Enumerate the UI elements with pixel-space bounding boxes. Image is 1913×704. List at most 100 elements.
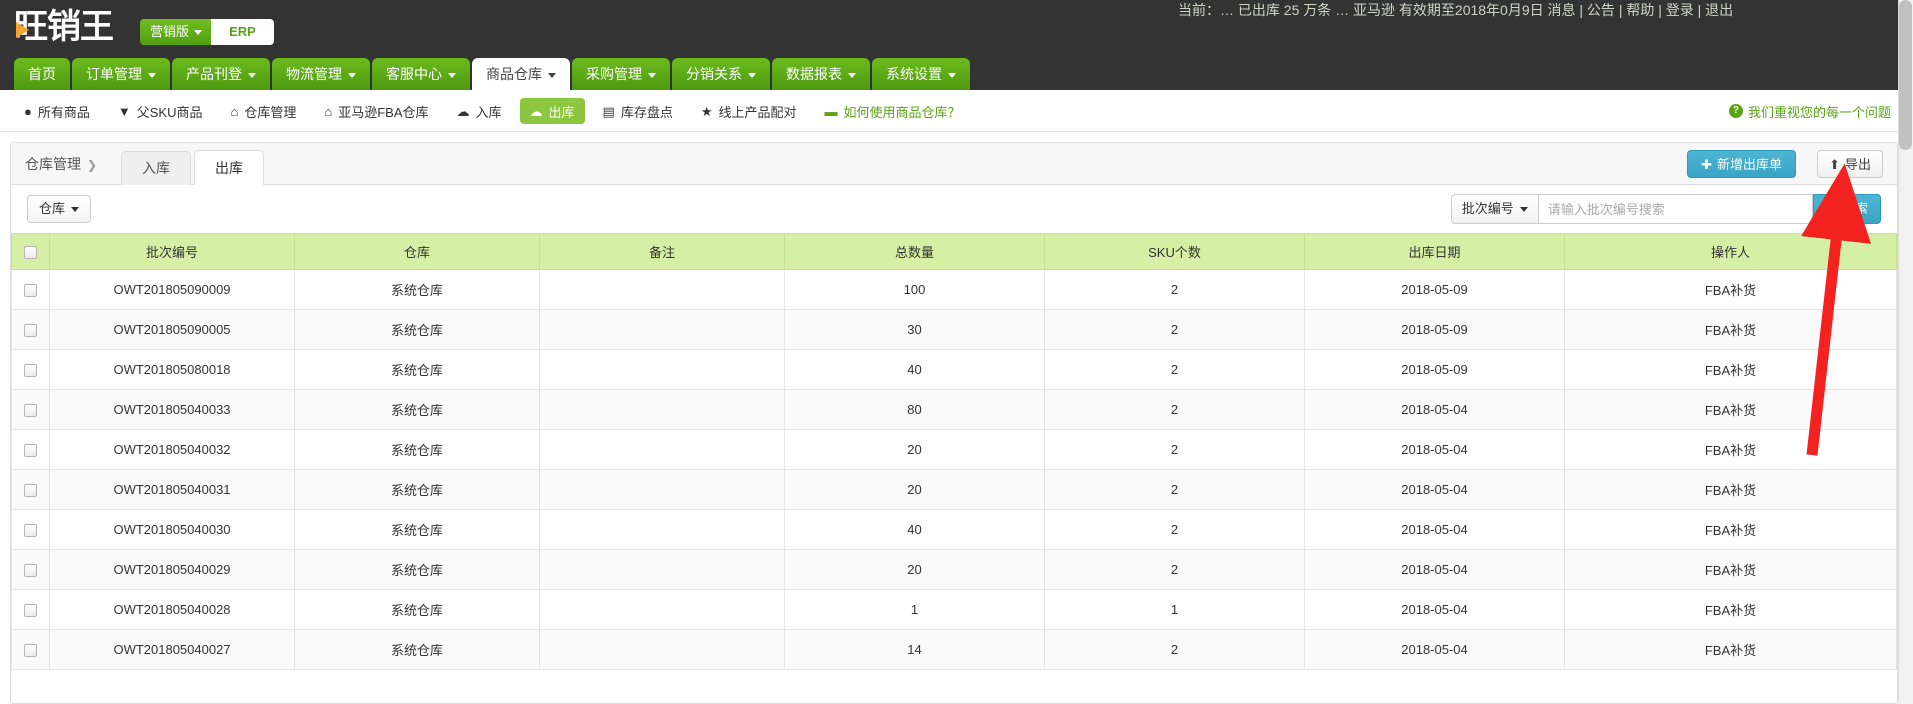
cell-sku: 2 [1044,469,1305,510]
logo-arrow-icon [16,22,29,38]
cell-warehouse: 系统仓库 [294,429,540,470]
select-all-checkbox[interactable] [24,246,37,260]
table-row[interactable]: OWT201805040030 系统仓库 40 2 2018-05-04 FBA补货 [11,509,1897,550]
cell-operator: FBA补货 [1564,509,1897,550]
nav-item-5[interactable]: 商品仓库 [472,58,570,90]
nav-item-0[interactable]: 首页 [14,58,70,90]
nav-item-4[interactable]: 客服中心 [372,58,470,90]
cell-total: 20 [784,429,1045,470]
sub-nav-item-8[interactable]: ▬ 如何使用商品仓库？ [815,98,971,124]
panel-tab-1[interactable]: 出库 [194,150,264,185]
cell-sku: 2 [1044,269,1305,310]
warehouse-filter-dropdown[interactable]: 仓库 [27,195,92,223]
export-upload-icon: ⬆ [1829,157,1840,172]
search-input[interactable] [1538,194,1813,224]
chevron-down-icon [348,72,356,78]
cell-operator: FBA补货 [1564,349,1897,390]
row-select-cell [11,309,50,350]
content-panel: 仓库管理 ❯ 入库出库 ✚ 新增出库单 ⬆ 导出 仓库 批次编号 🔍搜索 [10,142,1898,704]
table-row[interactable]: OWT201805040033 系统仓库 80 2 2018-05-04 FBA补货 [11,389,1897,430]
cell-total: 14 [784,629,1045,670]
nav-item-9[interactable]: 系统设置 [872,58,970,90]
row-checkbox[interactable] [24,324,37,338]
panel-tab-0[interactable]: 入库 [121,151,191,185]
nav-item-label: 订单管理 [86,66,142,82]
warehouse-filter-label: 仓库 [39,201,66,216]
cell-warehouse: 系统仓库 [294,549,540,590]
table-row[interactable]: OWT201805090005 系统仓库 30 2 2018-05-09 FBA补货 [11,309,1897,350]
cell-total: 1 [784,589,1045,630]
nav-item-label: 数据报表 [786,66,842,82]
cell-operator: FBA补货 [1564,589,1897,630]
support-notice[interactable]: ? 我们重视您的每一个问题 [1728,90,1891,132]
cell-batch: OWT201805040030 [49,509,295,550]
breadcrumb-label[interactable]: 仓库管理 [25,156,81,172]
cell-batch: OWT201805040032 [49,429,295,470]
nav-item-1[interactable]: 订单管理 [72,58,170,90]
cell-operator: FBA补货 [1564,309,1897,350]
cell-date: 2018-05-04 [1304,469,1565,510]
table-header-row: 批次编号 仓库 备注 总数量 SKU个数 出库日期 操作人 [11,233,1897,270]
export-button[interactable]: ⬆ 导出 [1817,150,1883,178]
sub-nav-item-3[interactable]: ⌂ 亚马逊FBA仓库 [314,98,438,124]
cell-operator: FBA补货 [1564,629,1897,670]
cell-warehouse: 系统仓库 [294,629,540,670]
row-checkbox[interactable] [24,444,37,458]
nav-item-label: 商品仓库 [486,66,542,82]
table-row[interactable]: OWT201805040029 系统仓库 20 2 2018-05-04 FBA补货 [11,549,1897,590]
table-row[interactable]: OWT201805080018 系统仓库 40 2 2018-05-09 FBA补货 [11,349,1897,390]
sub-nav-item-2[interactable]: ⌂ 仓库管理 [220,98,306,124]
sub-nav-item-1[interactable]: ▼ 父SKU商品 [108,98,213,124]
table-row[interactable]: OWT201805040028 系统仓库 1 1 2018-05-04 FBA补货 [11,589,1897,630]
nav-item-2[interactable]: 产品刊登 [172,58,270,90]
site-logo[interactable]: 旺销王 [14,6,124,48]
cell-sku: 2 [1044,549,1305,590]
row-checkbox[interactable] [24,284,37,298]
sub-nav-item-4[interactable]: ☁ 入库 [447,98,512,124]
column-header-4: 总数量 [784,233,1045,270]
search-field-dropdown[interactable]: 批次编号 [1450,194,1539,224]
row-checkbox[interactable] [24,644,37,658]
search-button[interactable]: 🔍搜索 [1812,194,1881,224]
row-checkbox[interactable] [24,524,37,538]
filter-icon: ▼ [117,103,131,119]
cell-note [539,549,785,590]
list-icon: ▤ [602,103,615,119]
logo-text: 旺销王 [14,7,114,47]
cell-date: 2018-05-04 [1304,509,1565,550]
sub-nav-item-5[interactable]: ☁ 出库 [519,98,585,124]
row-checkbox[interactable] [24,564,37,578]
new-outbound-order-button[interactable]: ✚ 新增出库单 [1687,150,1796,178]
erp-button[interactable]: ERP [211,19,274,45]
nav-item-6[interactable]: 采购管理 [572,58,670,90]
table-row[interactable]: OWT201805040027 系统仓库 14 2 2018-05-04 FBA补货 [11,629,1897,670]
sub-navigation: ● 所有商品 ▼ 父SKU商品 ⌂ 仓库管理 ⌂ 亚马逊FBA仓库 ☁ 入库 ☁ 出库 ▤ 库存盘点 ★ 线上… [0,90,1913,132]
table-row[interactable]: OWT201805040032 系统仓库 20 2 2018-05-04 FBA补货 [11,429,1897,470]
sub-nav-items: ● 所有商品 ▼ 父SKU商品 ⌂ 仓库管理 ⌂ 亚马逊FBA仓库 ☁ 入库 ☁ 出库 ▤ 库存盘点 ★ 线上… [14,90,979,132]
nav-item-8[interactable]: 数据报表 [772,58,870,90]
cell-total: 30 [784,309,1045,350]
table-row[interactable]: OWT201805090009 系统仓库 100 2 2018-05-09 FBA补货 [11,269,1897,310]
vertical-scrollbar[interactable] [1898,0,1913,704]
video-icon: ▬ [824,103,838,119]
row-checkbox[interactable] [24,604,37,618]
row-select-cell [11,389,50,430]
sub-nav-item-6[interactable]: ▤ 库存盘点 [593,98,683,124]
scrollbar-thumb[interactable] [1899,0,1912,150]
row-checkbox[interactable] [24,484,37,498]
sub-nav-item-7[interactable]: ★ 线上产品配对 [691,98,807,124]
sub-nav-item-0[interactable]: ● 所有商品 [14,98,100,124]
cell-sku: 2 [1044,629,1305,670]
nav-item-3[interactable]: 物流管理 [272,58,370,90]
chevron-down-icon [748,72,756,78]
cell-batch: OWT201805040033 [49,389,295,430]
row-checkbox[interactable] [24,404,37,418]
chevron-down-icon [1519,207,1528,213]
row-checkbox[interactable] [24,364,37,378]
nav-item-7[interactable]: 分销关系 [672,58,770,90]
sub-nav-item-label: 库存盘点 [620,104,673,120]
edition-switch-button[interactable]: 营销版 [140,19,213,45]
search-field-label: 批次编号 [1461,201,1514,216]
nav-item-label: 产品刊登 [186,66,242,82]
table-row[interactable]: OWT201805040031 系统仓库 20 2 2018-05-04 FBA补货 [11,469,1897,510]
